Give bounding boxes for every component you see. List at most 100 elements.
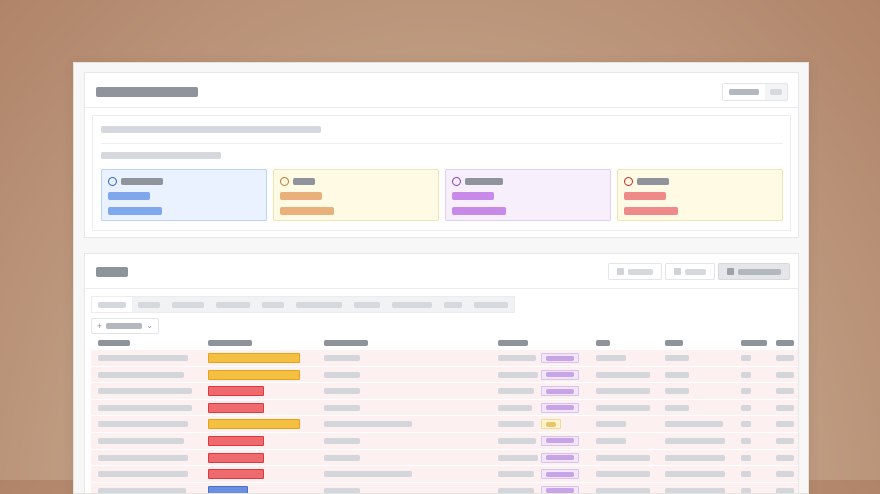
tab-8[interactable] <box>386 297 438 312</box>
status-badge <box>208 435 264 446</box>
stat-tile-value <box>624 192 666 200</box>
table-cell <box>596 487 650 493</box>
tag-badge <box>541 369 579 380</box>
stat-tile-value <box>280 192 322 200</box>
period-toggle <box>722 83 788 101</box>
table-cell <box>324 437 360 444</box>
tag-badge <box>541 485 579 493</box>
stat-tile-label <box>121 178 163 185</box>
table-row[interactable] <box>91 383 798 400</box>
stat-tile-3[interactable] <box>445 169 611 221</box>
tag-badge <box>541 435 579 446</box>
records-card-title <box>96 267 128 277</box>
table-cell <box>324 487 360 493</box>
plus-icon: + <box>97 321 103 331</box>
table-cell <box>498 471 534 478</box>
column-header[interactable] <box>98 340 130 346</box>
tab-5[interactable] <box>256 297 290 312</box>
tab-7[interactable] <box>348 297 386 312</box>
table-cell <box>741 487 751 493</box>
table-cell <box>498 487 534 493</box>
table-cell <box>665 454 725 461</box>
table-cell <box>776 421 794 428</box>
column-header[interactable] <box>596 340 610 346</box>
tab-3[interactable] <box>166 297 210 312</box>
status-badge <box>208 485 248 493</box>
summary-section-label <box>101 152 221 159</box>
column-header[interactable] <box>324 340 368 346</box>
table-cell <box>776 454 794 461</box>
table-cell <box>665 487 725 493</box>
table-row[interactable] <box>91 366 798 384</box>
table-cell <box>596 454 650 461</box>
tag-badge <box>541 419 561 430</box>
column-header[interactable] <box>741 340 767 346</box>
table-cell <box>596 437 626 444</box>
square-icon <box>674 268 681 275</box>
circle-outline-icon <box>452 177 461 186</box>
table-cell <box>741 355 751 361</box>
table-cell <box>741 471 751 478</box>
divider <box>101 143 783 144</box>
table-cell <box>98 487 186 493</box>
tab-1[interactable] <box>92 297 132 312</box>
square-icon <box>727 268 734 275</box>
tag-badge <box>541 402 579 413</box>
tab-4[interactable] <box>210 297 256 312</box>
tag-badge <box>541 353 579 363</box>
stat-tile-2[interactable] <box>273 169 439 221</box>
status-badge <box>208 402 264 413</box>
table-row[interactable] <box>91 399 798 417</box>
table-row[interactable] <box>91 449 798 467</box>
view-button-2[interactable] <box>665 263 715 280</box>
tab-10[interactable] <box>468 297 514 312</box>
period-toggle-option-2[interactable] <box>765 84 787 100</box>
column-header[interactable] <box>665 340 683 346</box>
view-button-3[interactable] <box>718 263 790 280</box>
table-cell <box>98 371 184 378</box>
table-row[interactable] <box>91 482 798 493</box>
tab-9[interactable] <box>438 297 468 312</box>
table-cell <box>776 388 794 395</box>
table-cell <box>498 421 534 428</box>
column-header[interactable] <box>208 340 252 346</box>
column-header[interactable] <box>498 340 528 346</box>
circle-outline-icon <box>280 177 289 186</box>
table-row[interactable] <box>91 432 798 450</box>
period-toggle-option-1[interactable] <box>723 84 765 100</box>
table-cell <box>665 355 689 361</box>
table-row[interactable] <box>91 416 798 433</box>
tab-2[interactable] <box>132 297 166 312</box>
table-cell <box>324 404 360 411</box>
summary-card <box>84 72 799 238</box>
view-button-1[interactable] <box>608 263 662 280</box>
status-badge <box>208 369 300 380</box>
stat-tile-label <box>637 178 669 185</box>
stat-tile-4[interactable] <box>617 169 783 221</box>
table-body <box>91 350 798 493</box>
chevron-down-icon: ⌄ <box>146 321 153 330</box>
stat-tile-1[interactable] <box>101 169 267 221</box>
add-filter-button[interactable]: + ⌄ <box>91 318 159 334</box>
stat-tile-subvalue <box>624 207 678 215</box>
table-cell <box>498 437 536 444</box>
table-cell <box>98 404 192 411</box>
records-card-header <box>85 254 798 289</box>
table-cell <box>98 421 188 428</box>
stat-tile-value <box>108 192 150 200</box>
table-cell <box>596 388 650 395</box>
table-header <box>91 336 798 350</box>
table-row[interactable] <box>91 350 798 367</box>
table-cell <box>741 371 751 378</box>
stat-tile-subvalue <box>108 207 162 215</box>
stat-tile-subvalue <box>280 207 334 215</box>
table-cell <box>498 404 532 411</box>
tag-badge <box>541 469 579 480</box>
table-row[interactable] <box>91 466 798 483</box>
table-cell <box>324 388 360 395</box>
table-cell <box>324 471 412 478</box>
table-cell <box>665 388 689 395</box>
table-cell <box>596 471 650 478</box>
tab-6[interactable] <box>290 297 348 312</box>
column-header[interactable] <box>776 340 794 346</box>
